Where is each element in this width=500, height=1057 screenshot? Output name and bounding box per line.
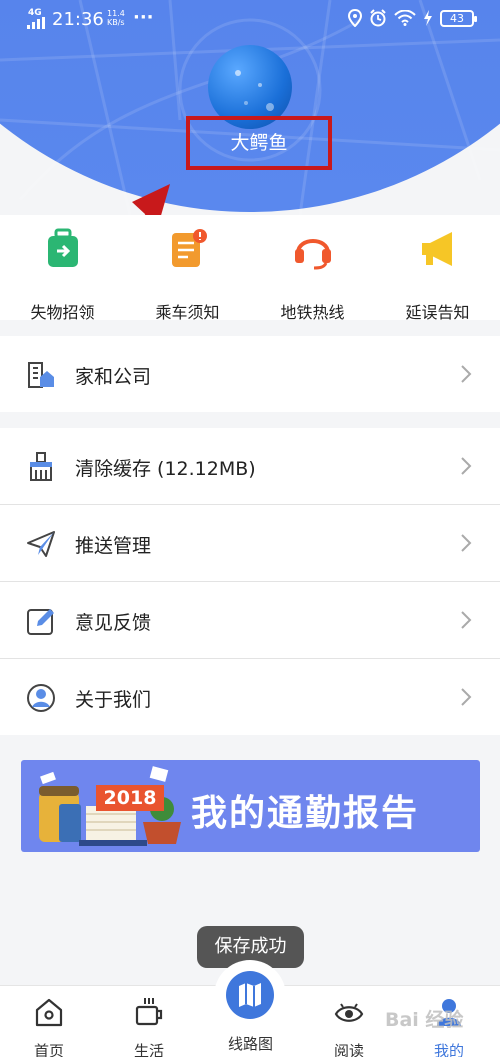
route-map-button[interactable]: [226, 971, 274, 1019]
menu-label: 推送管理: [75, 535, 152, 557]
eye-icon: [334, 1003, 364, 1022]
paper-plane-icon: [27, 531, 55, 557]
speed-unit: KB/s: [107, 18, 125, 27]
menu-item-clear-cache[interactable]: 清除缓存 (12.12MB): [0, 428, 500, 504]
status-bar: 4G 21:36 11.4 KB/s ··· 43: [0, 0, 500, 40]
tab-label: 阅读: [333, 1042, 364, 1057]
coffee-icon: [135, 998, 163, 1026]
map-icon: [239, 983, 261, 1007]
alarm-icon: [370, 9, 386, 27]
quick-action-metro-hotline[interactable]: 地铁热线: [250, 227, 375, 323]
quick-action-label: 失物招领: [30, 303, 95, 322]
edit-icon: [27, 609, 54, 635]
tab-reading[interactable]: 阅读: [319, 996, 379, 1057]
quick-action-lost-found[interactable]: 失物招领: [0, 227, 125, 323]
menu-item-about-us[interactable]: 关于我们: [0, 659, 500, 735]
home-office-icon: [28, 362, 54, 388]
menu-label: 家和公司: [75, 366, 152, 388]
tab-label: 线路图: [227, 1035, 273, 1053]
location-icon: [348, 9, 362, 27]
report-year: 2018: [96, 785, 164, 811]
chevron-right-icon: [461, 688, 472, 706]
signal-icon: [27, 17, 45, 29]
notice-icon: [171, 229, 207, 267]
quick-actions: 失物招领 乘车须知 地铁热线 延误告知: [0, 215, 500, 323]
watermark: Bai 经验: [385, 1009, 464, 1031]
chevron-right-icon: [461, 534, 472, 552]
home-icon: [35, 998, 63, 1027]
quick-action-riding-notice[interactable]: 乘车须知: [125, 227, 250, 323]
menu-item-feedback[interactable]: 意见反馈: [0, 582, 500, 658]
menu-label: 关于我们: [75, 689, 152, 711]
more-dots: ···: [133, 7, 154, 28]
user-circle-icon: [27, 684, 55, 712]
chevron-right-icon: [461, 611, 472, 629]
tab-home[interactable]: 首页: [19, 996, 79, 1057]
quick-action-label: 乘车须知: [155, 303, 220, 322]
quick-action-delay-notice[interactable]: 延误告知: [375, 227, 500, 323]
menu-item-home-office[interactable]: 家和公司: [0, 336, 500, 412]
megaphone-icon: [421, 232, 452, 266]
username-label[interactable]: 大鳄鱼: [186, 116, 332, 170]
chevron-right-icon: [461, 457, 472, 475]
menu-label: 意见反馈: [75, 612, 152, 634]
speed-value: 11.4: [107, 9, 125, 18]
battery-indicator: 43: [440, 9, 477, 27]
clock: 21:36: [52, 9, 104, 30]
tab-label: 首页: [33, 1042, 64, 1057]
tab-route-map[interactable]: [214, 960, 286, 1032]
tab-label: 我的: [433, 1042, 464, 1057]
quick-action-label: 延误告知: [405, 303, 470, 322]
tab-life[interactable]: 生活: [119, 996, 179, 1057]
luggage-icon: [47, 228, 78, 267]
wifi-icon: [394, 10, 416, 26]
broom-icon: [30, 452, 52, 481]
menu-label: 清除缓存 (12.12MB): [75, 458, 256, 480]
report-title: 我的通勤报告: [191, 793, 420, 834]
tab-label: 生活: [133, 1042, 164, 1057]
quick-action-label: 地铁热线: [280, 303, 345, 322]
net-speed: 11.4 KB/s: [107, 9, 125, 27]
charging-icon: [424, 10, 432, 26]
chevron-right-icon: [461, 365, 472, 383]
commute-report-banner[interactable]: 2018 我的通勤报告: [21, 760, 480, 852]
menu-item-push-settings[interactable]: 推送管理: [0, 505, 500, 581]
headset-icon: [294, 239, 331, 270]
